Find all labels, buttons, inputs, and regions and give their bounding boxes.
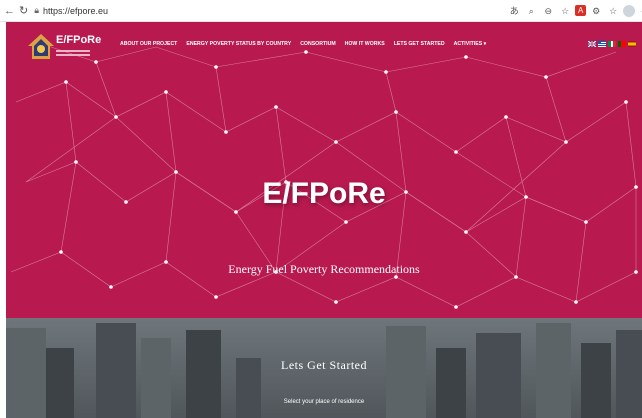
uk-flag[interactable] — [588, 41, 596, 47]
language-flags — [588, 41, 636, 47]
address-bar[interactable]: 🔒︎ https://efpore.eu — [34, 3, 504, 19]
menu-item-lets-get-started[interactable]: LETS GET STARTED — [394, 41, 445, 47]
residence-select-label[interactable]: Select your place of residence — [6, 399, 642, 405]
reload-icon[interactable]: ↻ — [19, 4, 28, 18]
spain-flag[interactable] — [628, 41, 636, 47]
lets-get-started-title: Lets Get Started — [281, 358, 367, 372]
logo-text[interactable]: E/FPoRe — [56, 34, 101, 46]
bookmarks-icon[interactable]: ☆ — [606, 4, 620, 18]
menu-item-activities[interactable]: ACTIVITIES ▾ — [454, 41, 487, 47]
back-icon[interactable]: ← — [4, 4, 15, 18]
browser-actions: あ ⌕ ⊖ ☆ A ⚙ ☆ ⋯ — [504, 4, 642, 18]
site-navbar: E/FPoRe ABOUT OUR PROJECT ENERGY POVERTY… — [6, 22, 642, 70]
lets-get-started-section: Lets Get Started Select your place of re… — [6, 318, 642, 418]
browser-toolbar: ← ↻ 🔒︎ https://efpore.eu あ ⌕ ⊖ ☆ A ⚙ ☆ ⋯ — [0, 0, 642, 22]
star-icon[interactable]: ☆ — [558, 4, 572, 18]
share-icon[interactable]: ⊖ — [541, 4, 555, 18]
hero-title: E/FPoRe — [262, 177, 386, 210]
efpore-logo-icon[interactable] — [26, 32, 56, 62]
lock-icon[interactable]: 🔒︎ — [34, 5, 39, 16]
hero-section: E/FPoRe ABOUT OUR PROJECT ENERGY POVERTY… — [6, 22, 642, 318]
zoom-icon[interactable]: ⌕ — [524, 4, 538, 18]
url-text: https://efpore.eu — [43, 5, 109, 16]
portugal-flag[interactable] — [618, 41, 626, 47]
logo-tagline — [56, 48, 96, 58]
main-menu: ABOUT OUR PROJECT ENERGY POVERTY STATUS … — [120, 41, 495, 47]
menu-item-consortium[interactable]: CONSORTIUM — [300, 41, 335, 47]
extensions-icon[interactable]: ⚙ — [589, 4, 603, 18]
menu-item-how-it-works[interactable]: HOW IT WORKS — [345, 41, 385, 47]
translate-icon[interactable]: あ — [507, 4, 521, 18]
greece-flag[interactable] — [598, 41, 606, 47]
italy-flag[interactable] — [608, 41, 616, 47]
pdf-extension-icon[interactable]: A — [575, 5, 587, 16]
menu-item-about-our-project[interactable]: ABOUT OUR PROJECT — [120, 41, 177, 47]
more-icon[interactable]: ⋯ — [638, 4, 642, 18]
profile-avatar[interactable] — [623, 4, 636, 17]
hero-subtitle: Energy Fuel Poverty Recommendations — [228, 262, 420, 276]
menu-item-energy-poverty-status[interactable]: ENERGY POVERTY STATUS BY COUNTRY — [186, 41, 291, 47]
